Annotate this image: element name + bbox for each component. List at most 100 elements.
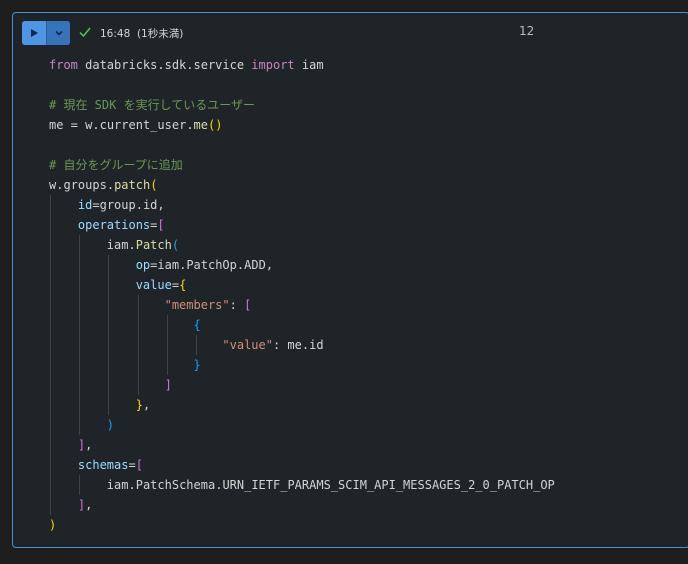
execution-time: 16:48 [100,28,131,40]
indent-guide [137,315,139,335]
code-token: ) [49,518,57,532]
code-token: id [77,198,93,212]
code-line: ], [49,495,681,515]
code-token: . [106,178,115,192]
code-line: ] [49,375,681,395]
run-menu-button[interactable] [46,21,70,45]
indent-guide [137,375,139,395]
indent-guide [108,295,110,315]
code-token: ( [150,178,158,192]
code-line: value={ [49,275,681,295]
code-token: = [171,278,180,292]
indent-guide [50,355,51,375]
code-token: } [193,358,201,372]
code-token: } [135,398,143,412]
code-token: ADD [244,258,266,272]
indent-guide [137,295,139,315]
indent-guide [166,355,168,375]
code-token: , [265,258,274,272]
indent-guide [50,455,51,475]
code-editor[interactable]: from databricks.sdk.service import iam # … [49,55,681,535]
indent-guide [108,355,110,375]
code-line: iam.PatchSchema.URN_IETF_PARAMS_SCIM_API… [49,475,681,495]
code-token: . [186,118,194,132]
code-token: databricks.sdk.service [77,58,252,72]
code-token: me [193,118,208,132]
code-line: ) [49,515,681,535]
code-token: , [85,438,93,452]
code-token: = [128,458,136,472]
code-token: iam [106,238,129,252]
indent-guide [50,295,51,315]
code-token: ] [164,378,172,392]
code-token: current_user [99,118,187,132]
indent-guide [108,255,110,275]
run-cell-button[interactable] [22,21,46,45]
code-token: patch [114,178,151,192]
indent-guide [50,315,51,335]
indent-guide [50,395,51,415]
indent-guide [79,275,81,295]
code-token: iam [294,58,324,72]
code-token: . [135,198,143,212]
code-token: op [135,258,151,272]
code-token: , [142,398,151,412]
indent-guide [108,395,110,415]
code-token: [ [135,458,143,472]
code-token: schemas [77,458,129,472]
indent-guide [50,435,51,455]
code-token: () [208,118,223,132]
code-token: = [63,118,86,132]
indent-guide [50,415,51,435]
notebook-cell[interactable]: 16:48 (1秒未満) 12 from databricks.sdk.serv… [12,12,688,548]
code-line: # 現在 SDK を実行しているユーザー [49,95,681,115]
execution-status: 16:48 (1秒未満) [100,26,183,41]
indent-guide [50,475,51,495]
code-line: schemas=[ [49,455,681,475]
code-line: # 自分をグループに追加 [49,155,681,175]
code-line: from databricks.sdk.service import iam [49,55,681,75]
code-token: = [92,198,100,212]
code-token: URN_IETF_PARAMS_SCIM_API_MESSAGES_2_0_PA… [222,478,555,492]
code-token: "value" [222,338,273,352]
indent-guide [50,195,51,215]
indent-guide [79,315,81,335]
cell-toolbar: 16:48 (1秒未満) 12 [22,21,688,45]
code-token: groups [63,178,107,192]
code-token: me [49,118,64,132]
indent-guide [79,295,81,315]
code-token: . [128,238,136,252]
code-line: op=iam.PatchOp.ADD, [49,255,681,275]
code-line: }, [49,395,681,415]
check-icon [79,27,91,38]
chevron-down-icon [54,30,63,36]
code-token: me [287,338,302,352]
indent-guide [79,395,81,415]
code-token: # 自分をグループに追加 [49,158,183,172]
code-token: [ [157,218,165,232]
code-token: PatchSchema [135,478,216,492]
code-token: , [157,198,165,212]
indent-guide [79,255,81,275]
code-token: { [179,278,187,292]
play-icon [31,29,38,37]
code-token: Patch [135,238,172,252]
code-token: "members" [164,298,230,312]
code-line: "value": me.id [49,335,681,355]
indent-guide [79,335,81,355]
indent-guide [108,315,110,335]
indent-guide [50,255,51,275]
indent-guide [79,375,81,395]
